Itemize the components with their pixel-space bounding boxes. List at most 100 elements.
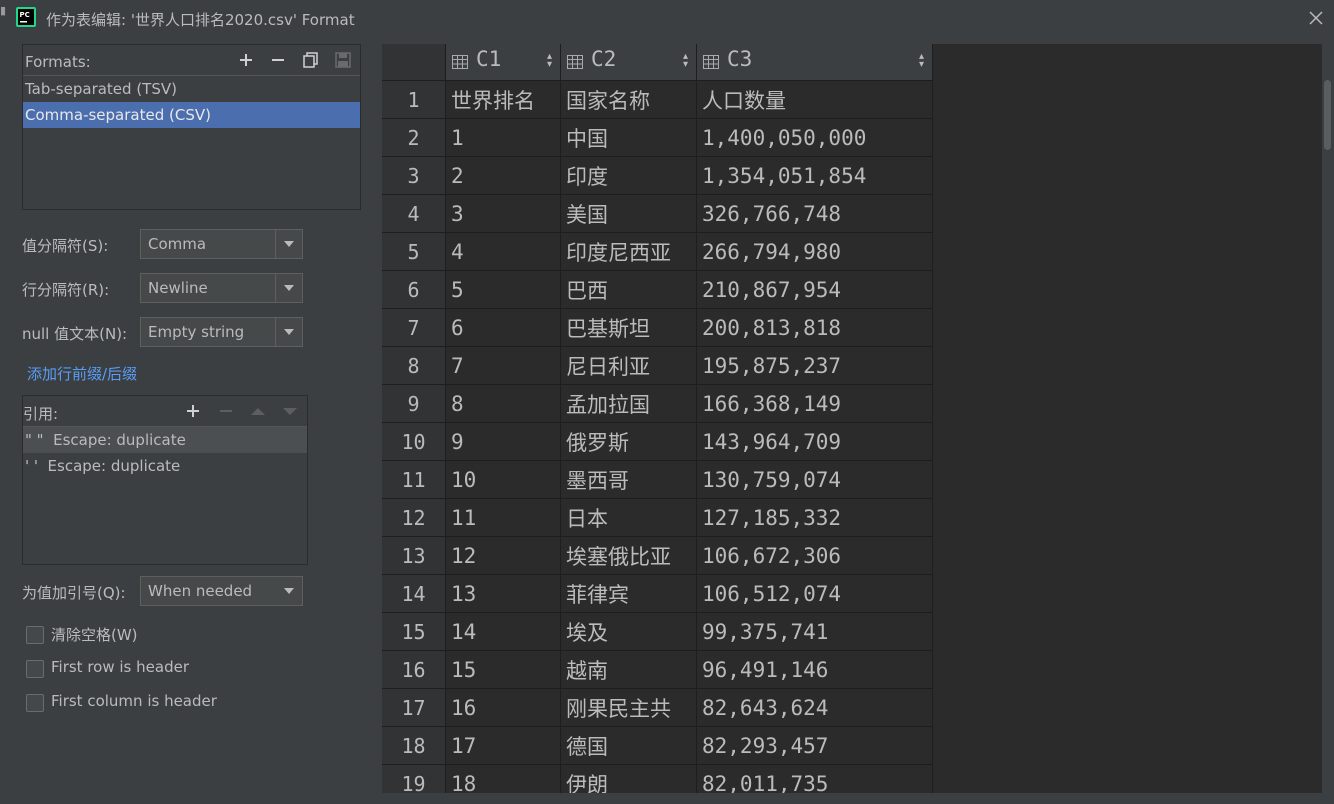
table-cell[interactable]: 菲律宾 (560, 574, 697, 613)
table-cell[interactable]: 82,643,624 (696, 688, 933, 727)
table-row[interactable]: 9 8 孟加拉国 166,368,149 (382, 384, 933, 423)
table-cell[interactable]: 世界排名 (445, 80, 561, 119)
table-cell[interactable]: 尼日利亚 (560, 346, 697, 385)
table-cell[interactable]: 墨西哥 (560, 460, 697, 499)
remove-icon[interactable] (269, 51, 287, 69)
format-item-csv[interactable]: Comma-separated (CSV) (23, 102, 360, 128)
table-cell[interactable]: 6 (445, 308, 561, 347)
chevron-down-icon[interactable] (275, 230, 302, 258)
close-icon[interactable] (1306, 8, 1326, 28)
value-separator-combo[interactable]: Comma (140, 229, 303, 259)
checkbox-box[interactable] (26, 694, 44, 712)
add-prefix-suffix-link[interactable]: 添加行前缀/后缀 (27, 363, 137, 384)
table-row[interactable]: 18 17 德国 82,293,457 (382, 726, 933, 765)
table-cell[interactable]: 106,512,074 (696, 574, 933, 613)
table-row[interactable]: 13 12 埃塞俄比亚 106,672,306 (382, 536, 933, 575)
table-row[interactable]: 10 9 俄罗斯 143,964,709 (382, 422, 933, 461)
table-cell[interactable]: 96,491,146 (696, 650, 933, 689)
table-row[interactable]: 2 1 中国 1,400,050,000 (382, 118, 933, 157)
table-row[interactable]: 17 16 刚果民主共 82,643,624 (382, 688, 933, 727)
table-cell[interactable]: 82,293,457 (696, 726, 933, 765)
table-cell[interactable]: 14 (445, 612, 561, 651)
table-row[interactable]: 8 7 尼日利亚 195,875,237 (382, 346, 933, 385)
table-row[interactable]: 6 5 巴西 210,867,954 (382, 270, 933, 309)
table-cell[interactable]: 巴西 (560, 270, 697, 309)
table-row[interactable]: 19 18 伊朗 82,011,735 (382, 764, 933, 793)
table-cell[interactable]: 15 (445, 650, 561, 689)
table-cell[interactable]: 8 (445, 384, 561, 423)
table-cell[interactable]: 越南 (560, 650, 697, 689)
table-cell[interactable]: 美国 (560, 194, 697, 233)
table-cell[interactable]: 人口数量 (696, 80, 933, 119)
table-cell[interactable]: 4 (445, 232, 561, 271)
chevron-down-icon[interactable] (275, 274, 302, 302)
vertical-scrollbar[interactable] (1322, 44, 1334, 793)
add-icon[interactable] (184, 402, 202, 420)
format-item-tsv[interactable]: Tab-separated (TSV) (23, 76, 360, 102)
table-row[interactable]: 16 15 越南 96,491,146 (382, 650, 933, 689)
quote-item-single[interactable]: ' ' Escape: duplicate (23, 453, 307, 479)
table-cell[interactable]: 326,766,748 (696, 194, 933, 233)
table-row[interactable]: 14 13 菲律宾 106,512,074 (382, 574, 933, 613)
sort-icon[interactable]: ▴ ▾ (547, 52, 552, 70)
table-cell[interactable]: 2 (445, 156, 561, 195)
chevron-down-icon[interactable] (276, 577, 302, 605)
table-cell[interactable]: 11 (445, 498, 561, 537)
table-cell[interactable]: 刚果民主共 (560, 688, 697, 727)
quote-values-combo[interactable]: When needed (140, 576, 303, 606)
table-cell[interactable]: 3 (445, 194, 561, 233)
table-row[interactable]: 4 3 美国 326,766,748 (382, 194, 933, 233)
chevron-down-icon[interactable] (275, 318, 302, 346)
table-cell[interactable]: 埃塞俄比亚 (560, 536, 697, 575)
checkbox-box[interactable] (26, 660, 44, 678)
null-text-combo[interactable]: Empty string (140, 317, 303, 347)
table-cell[interactable]: 印度 (560, 156, 697, 195)
column-header-c2[interactable]: C2 ▴ ▾ (560, 44, 697, 81)
table-row[interactable]: 11 10 墨西哥 130,759,074 (382, 460, 933, 499)
table-cell[interactable]: 130,759,074 (696, 460, 933, 499)
table-cell[interactable]: 18 (445, 764, 561, 793)
table-cell[interactable]: 99,375,741 (696, 612, 933, 651)
sort-icon[interactable]: ▴ ▾ (919, 52, 924, 70)
quote-item-double[interactable]: " " Escape: duplicate (23, 427, 307, 453)
table-cell[interactable]: 166,368,149 (696, 384, 933, 423)
table-cell[interactable]: 日本 (560, 498, 697, 537)
table-row[interactable]: 7 6 巴基斯坦 200,813,818 (382, 308, 933, 347)
table-preview[interactable]: C1 ▴ ▾ C2 ▴ ▾ C3 ▴ ▾ 1 世界排名 国家名称 人口数量 2 1 中国 1,400… (382, 44, 1322, 793)
table-cell[interactable]: 伊朗 (560, 764, 697, 793)
table-cell[interactable]: 埃及 (560, 612, 697, 651)
table-cell[interactable]: 17 (445, 726, 561, 765)
table-row[interactable]: 12 11 日本 127,185,332 (382, 498, 933, 537)
table-cell[interactable]: 7 (445, 346, 561, 385)
table-row[interactable]: 15 14 埃及 99,375,741 (382, 612, 933, 651)
table-cell[interactable]: 巴基斯坦 (560, 308, 697, 347)
table-cell[interactable]: 143,964,709 (696, 422, 933, 461)
table-cell[interactable]: 127,185,332 (696, 498, 933, 537)
table-cell[interactable]: 13 (445, 574, 561, 613)
table-cell[interactable]: 中国 (560, 118, 697, 157)
table-row[interactable]: 1 世界排名 国家名称 人口数量 (382, 80, 933, 119)
sort-icon[interactable]: ▴ ▾ (683, 52, 688, 70)
column-header-c3[interactable]: C3 ▴ ▾ (696, 44, 933, 81)
table-cell[interactable]: 9 (445, 422, 561, 461)
table-cell[interactable]: 210,867,954 (696, 270, 933, 309)
table-cell[interactable]: 俄罗斯 (560, 422, 697, 461)
table-cell[interactable]: 82,011,735 (696, 764, 933, 793)
table-row[interactable]: 3 2 印度 1,354,051,854 (382, 156, 933, 195)
column-header-c1[interactable]: C1 ▴ ▾ (445, 44, 561, 81)
table-cell[interactable]: 1,400,050,000 (696, 118, 933, 157)
table-cell[interactable]: 195,875,237 (696, 346, 933, 385)
table-cell[interactable]: 200,813,818 (696, 308, 933, 347)
row-separator-combo[interactable]: Newline (140, 273, 303, 303)
table-cell[interactable]: 1,354,051,854 (696, 156, 933, 195)
checkbox-box[interactable] (26, 626, 44, 644)
table-cell[interactable]: 国家名称 (560, 80, 697, 119)
table-cell[interactable]: 印度尼西亚 (560, 232, 697, 271)
add-icon[interactable] (237, 51, 255, 69)
table-cell[interactable]: 106,672,306 (696, 536, 933, 575)
table-row[interactable]: 5 4 印度尼西亚 266,794,980 (382, 232, 933, 271)
copy-icon[interactable] (302, 51, 320, 69)
table-cell[interactable]: 16 (445, 688, 561, 727)
scrollbar-thumb[interactable] (1324, 80, 1331, 150)
table-cell[interactable]: 孟加拉国 (560, 384, 697, 423)
